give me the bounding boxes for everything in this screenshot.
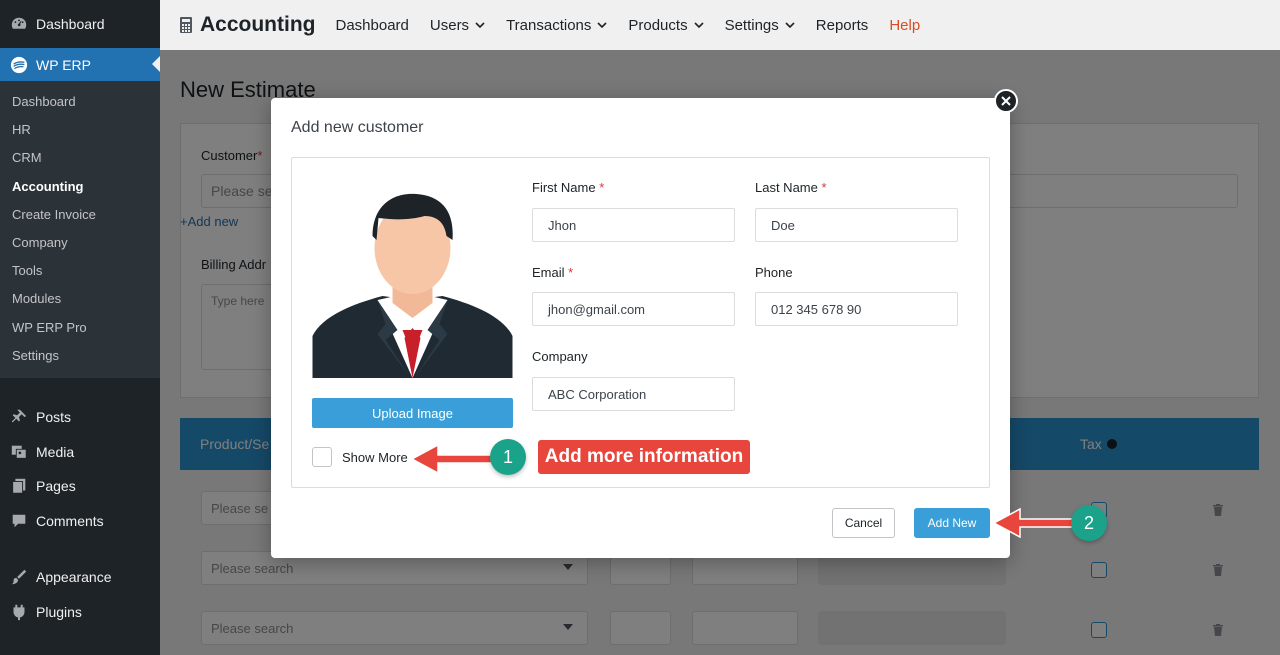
required-mark: * <box>568 265 574 280</box>
calculator-icon <box>180 17 192 33</box>
phone-label: Phone <box>755 265 793 280</box>
required-mark: * <box>599 180 605 195</box>
chevron-down-icon <box>785 22 795 29</box>
customer-form-panel: Upload Image Show More First Name * Jhon… <box>291 157 990 488</box>
nav-products[interactable]: Products <box>628 16 704 34</box>
sidebar-item-media[interactable]: Media <box>0 434 160 469</box>
nav-transactions[interactable]: Transactions <box>506 17 607 34</box>
close-button[interactable] <box>994 89 1018 113</box>
nav-label: Users <box>429 16 470 34</box>
add-new-button[interactable]: Add New <box>914 508 990 538</box>
annotation-callout: Add more information <box>538 440 750 474</box>
sidebar-item-plugins[interactable]: Plugins <box>0 594 160 629</box>
email-label-text: Email <box>532 265 565 280</box>
sidebar-item-comments[interactable]: Comments <box>0 503 160 538</box>
step-badge-2: 2 <box>1071 505 1107 541</box>
sidebar-item-label: Plugins <box>36 603 82 620</box>
email-label: Email * <box>532 265 573 280</box>
nav-help[interactable]: Help <box>889 17 920 34</box>
module-title: Accounting <box>200 13 316 36</box>
step-badge-1: 1 <box>490 439 526 475</box>
submenu-item-wp-erp-pro[interactable]: WP ERP Pro <box>0 314 160 342</box>
paintbrush-icon <box>11 569 27 585</box>
submenu-item-company[interactable]: Company <box>0 229 160 257</box>
accounting-topnav: Accounting Dashboard Users Transactions … <box>160 0 1280 50</box>
modal-title: Add new customer <box>291 119 424 136</box>
company-input[interactable]: ABC Corporation <box>532 377 735 411</box>
nav-settings[interactable]: Settings <box>725 17 795 34</box>
last-name-label: Last Name * <box>755 180 827 195</box>
pages-icon <box>12 478 26 494</box>
add-customer-modal: Add new customer Upload Image Show More … <box>271 89 1018 558</box>
show-more-checkbox[interactable]: Show More <box>312 447 408 467</box>
sidebar-item-dashboard[interactable]: Dashboard <box>0 0 160 48</box>
nav-label: Dashboard <box>335 16 409 34</box>
wp-erp-logo-icon <box>10 56 28 73</box>
plug-icon <box>13 604 25 620</box>
submenu-item-dashboard[interactable]: Dashboard <box>0 88 160 116</box>
arrow-left-icon <box>994 507 1076 539</box>
first-name-label: First Name * <box>532 180 604 195</box>
admin-sidebar: Dashboard WP ERP Dashboard HR CRM Accoun… <box>0 0 160 655</box>
arrow-left-icon <box>412 443 494 475</box>
sidebar-item-label: Appearance <box>36 569 112 586</box>
sidebar-item-label: Media <box>36 443 75 460</box>
close-icon <box>1001 96 1011 106</box>
current-menu-notch <box>152 56 160 72</box>
wp-erp-submenu: Dashboard HR CRM Accounting Create Invoi… <box>0 81 160 378</box>
sidebar-item-label: Dashboard <box>36 16 105 32</box>
email-input[interactable]: jhon@gmail.com <box>532 292 735 326</box>
phone-input[interactable]: 012 345 678 90 <box>755 292 958 326</box>
nav-reports[interactable]: Reports <box>816 17 869 34</box>
submenu-item-create-invoice[interactable]: Create Invoice <box>0 201 160 229</box>
nav-label: Products <box>628 16 688 34</box>
upload-image-button[interactable]: Upload Image <box>312 398 513 428</box>
first-name-input[interactable]: Jhon <box>532 208 735 242</box>
submenu-item-modules[interactable]: Modules <box>0 285 160 313</box>
cancel-button[interactable]: Cancel <box>832 508 895 538</box>
nav-label: Settings <box>724 16 779 34</box>
chevron-down-icon <box>475 22 485 29</box>
sidebar-item-appearance[interactable]: Appearance <box>0 560 160 595</box>
checkbox[interactable] <box>312 447 332 467</box>
nav-users[interactable]: Users <box>430 17 485 34</box>
submenu-item-crm[interactable]: CRM <box>0 144 160 172</box>
submenu-item-settings[interactable]: Settings <box>0 342 160 370</box>
sidebar-item-label: Comments <box>36 512 104 529</box>
submenu-item-hr[interactable]: HR <box>0 116 160 144</box>
avatar-placeholder-icon <box>312 178 513 378</box>
submenu-item-tools[interactable]: Tools <box>0 257 160 285</box>
nav-label: Help <box>889 16 921 34</box>
company-label: Company <box>532 349 588 364</box>
sidebar-item-label: Pages <box>36 478 76 495</box>
sidebar-item-posts[interactable]: Posts <box>0 400 160 435</box>
sidebar-item-wp-erp[interactable]: WP ERP <box>0 48 160 81</box>
last-name-input[interactable]: Doe <box>755 208 958 242</box>
show-more-label: Show More <box>342 449 408 465</box>
first-name-label-text: First Name <box>532 180 596 195</box>
dashboard-gauge-icon <box>11 17 27 29</box>
nav-label: Transactions <box>506 16 592 34</box>
sidebar-item-label: Posts <box>36 409 72 426</box>
sidebar-item-pages[interactable]: Pages <box>0 469 160 504</box>
chevron-down-icon <box>694 22 704 29</box>
nav-label: Reports <box>815 16 869 34</box>
nav-dashboard[interactable]: Dashboard <box>336 17 409 34</box>
last-name-label-text: Last Name <box>755 180 818 195</box>
submenu-item-accounting[interactable]: Accounting <box>0 173 160 201</box>
required-mark: * <box>821 180 827 195</box>
pushpin-icon <box>11 409 27 423</box>
sidebar-item-label: WP ERP <box>36 56 91 73</box>
media-icon <box>11 445 27 459</box>
comment-bubble-icon <box>12 514 26 527</box>
chevron-down-icon <box>597 22 607 29</box>
